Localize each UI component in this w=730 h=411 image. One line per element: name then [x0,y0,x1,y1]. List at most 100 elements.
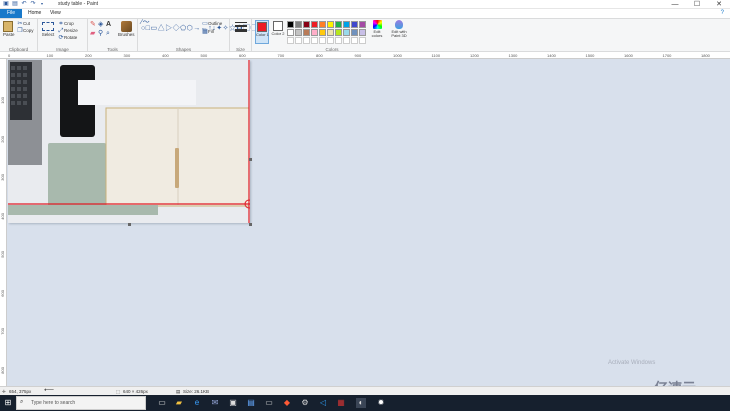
rotate-button[interactable]: ⟳Rotate [58,35,77,41]
select-button[interactable]: Select [41,21,55,38]
activate-windows-watermark: Activate Windows [608,360,656,366]
media-app-icon[interactable]: ▦ [336,398,346,408]
color-picker-icon[interactable]: ⚲ [98,30,103,37]
custom-color-slot[interactable] [335,37,342,44]
palette-swatch[interactable] [295,21,302,28]
edit-colors-label: Edit colors [371,29,383,38]
vscode-icon[interactable]: ◁ [318,398,328,408]
color1-button[interactable]: Color 1 [255,20,269,44]
palette-swatch[interactable] [287,21,294,28]
minimize-button[interactable]: — [664,0,686,9]
palette-swatch[interactable] [303,29,310,36]
terminal-icon[interactable]: ▭ [264,398,274,408]
palette-swatch[interactable] [351,21,358,28]
outline-dropdown[interactable]: ▭Outline [202,21,222,27]
outline-label: Outline [208,21,223,27]
size-line-thick-icon [235,29,247,32]
palette-swatch[interactable] [351,29,358,36]
cursor-position-icon: ✛ [2,389,6,394]
palette-swatch[interactable] [359,21,366,28]
custom-color-slot[interactable] [343,37,350,44]
palette-swatch[interactable] [303,21,310,28]
canvas-resize-handle-corner[interactable] [249,223,252,226]
custom-color-slot[interactable] [295,37,302,44]
windows-start-icon[interactable]: ⊞ [3,398,13,408]
edit-colors-button[interactable]: Edit colors [370,20,384,38]
custom-color-slot[interactable] [311,37,318,44]
canvas-resize-handle-right[interactable] [249,158,252,161]
palette-swatch[interactable] [327,29,334,36]
magnifier-icon[interactable]: ⌕ [106,30,110,37]
crop-button[interactable]: ⌗Crop [58,21,74,27]
image-group: Select ⌗Crop ⤢Resize ⟳Rotate Image [38,19,88,53]
redo-icon[interactable]: ↷ [30,1,36,7]
mail-icon[interactable]: ✉ [210,398,220,408]
ruler-tick-label: 1400 [547,53,556,58]
custom-color-slot[interactable] [303,37,310,44]
custom-color-slot[interactable] [327,37,334,44]
palette-swatch[interactable] [327,21,334,28]
quick-access-dropdown-icon[interactable]: ▾ [39,1,45,7]
resize-button[interactable]: ⤢Resize [58,28,78,34]
help-icon[interactable]: ? [721,10,724,16]
palette-swatch[interactable] [343,29,350,36]
file-size: Size: 26.1KB [183,389,210,394]
store-icon[interactable]: ▣ [228,398,238,408]
edge-icon[interactable]: e [192,398,202,408]
fill-label: Fill [208,29,214,35]
fill-dropdown[interactable]: ▦Fill [202,29,214,35]
sun-app-icon[interactable]: ✹ [376,398,386,408]
palette-swatch[interactable] [311,21,318,28]
tab-view[interactable]: View [46,9,65,18]
brushes-button[interactable]: Brushes [118,21,135,38]
select-icon [42,22,54,31]
copy-button[interactable]: ❐Copy [17,28,33,34]
ruler-tick-label: 800 [0,366,5,374]
taskbar-search-box[interactable]: ⌕ Type here to search [16,396,146,410]
palette-swatch[interactable] [311,29,318,36]
size-line-thin-icon [235,22,247,23]
tab-file[interactable]: File [0,9,22,18]
palette-swatch[interactable] [343,21,350,28]
color2-swatch [273,21,283,31]
fill-bucket-icon[interactable]: ◈ [98,21,103,28]
palette-swatch[interactable] [319,29,326,36]
eraser-icon[interactable]: ▰ [90,30,95,37]
save-icon[interactable]: ▤ [12,1,18,7]
tab-home[interactable]: Home [24,9,45,18]
settings-icon[interactable]: ⚙ [300,398,310,408]
crop-label: Crop [64,21,74,27]
maximize-button[interactable]: ☐ [686,0,708,9]
custom-color-slot[interactable] [359,37,366,44]
ruler-tick-label: 1500 [585,53,595,58]
ruler-tick-label: 200 [85,53,92,58]
palette-swatch[interactable] [287,29,294,36]
custom-color-slot[interactable] [351,37,358,44]
horizontal-ruler: 0 100 200 300 400 500 600 700 800 900 1000 1100 1200… [0,52,730,59]
palette-swatch[interactable] [335,21,342,28]
custom-color-slot[interactable] [287,37,294,44]
color2-button[interactable]: Color 2 [271,20,285,44]
canvas-resize-handle-bottom[interactable] [128,223,131,226]
palette-swatch[interactable] [319,21,326,28]
palette-swatch[interactable] [335,29,342,36]
palette-swatch[interactable] [295,29,302,36]
drawing-canvas[interactable] [8,60,250,223]
colors-group: Color 1 Color 2 Edit colors Edit with Pa… [252,19,412,53]
undo-icon[interactable]: ↶ [21,1,27,7]
paste-button[interactable]: Paste [3,21,15,38]
close-button[interactable]: ✕ [708,0,730,9]
text-tool-icon[interactable]: A [106,21,111,28]
brave-icon[interactable]: ◆ [282,398,292,408]
palette-swatch[interactable] [359,29,366,36]
file-explorer-icon[interactable]: ▰ [174,398,184,408]
custom-color-slot[interactable] [319,37,326,44]
paint3d-button[interactable]: Edit with Paint 3D [388,20,410,38]
paint-taskbar-icon[interactable]: ◐ [356,398,366,408]
photos-icon[interactable]: ▤ [246,398,256,408]
cut-button[interactable]: ✂Cut [17,21,30,27]
pencil-icon[interactable]: ✎ [90,21,96,28]
size-button[interactable] [235,22,247,32]
shapes-gallery[interactable]: ∕〜○□▭△▷◇⬠⬡→←↑↓✦✧☆✪▢◯◻◺ [141,19,270,32]
task-view-icon[interactable]: ▭ [157,398,167,408]
